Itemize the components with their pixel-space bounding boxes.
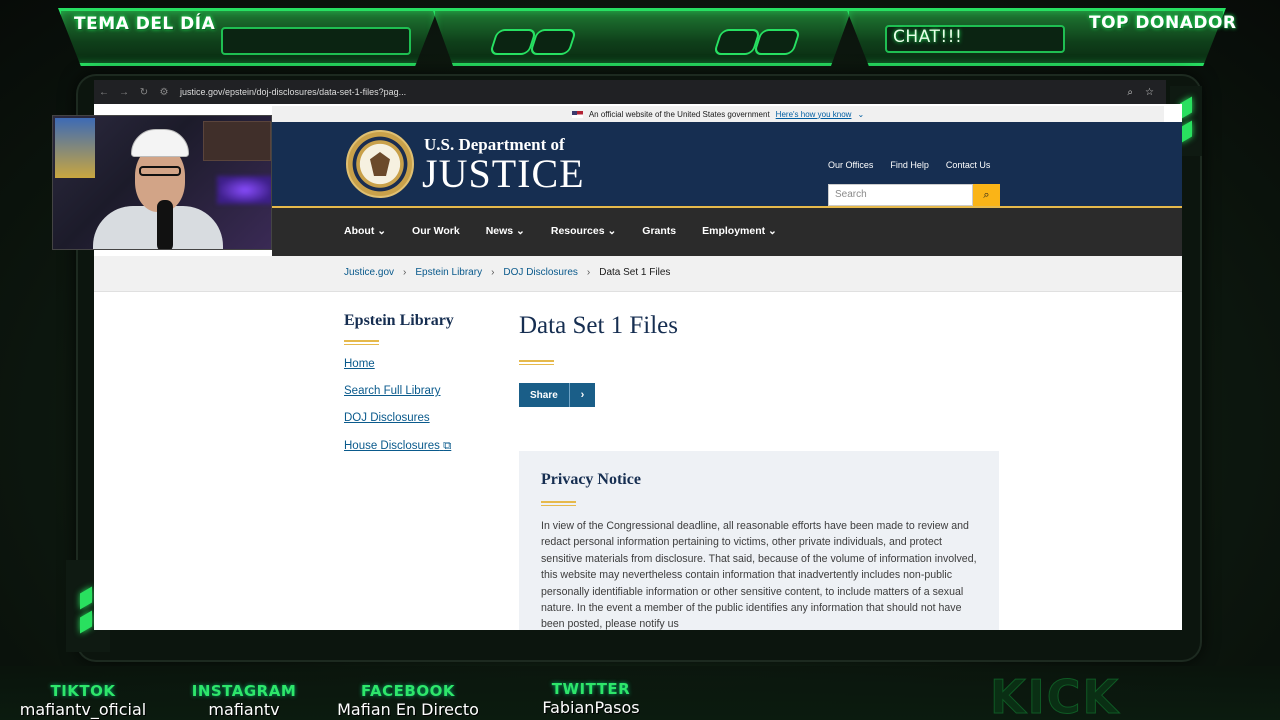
address-bar: ← → ↻ ⚙ justice.gov/epstein/doj-disclosu… <box>94 80 1166 104</box>
social-network-name: INSTAGRAM <box>191 682 297 700</box>
breadcrumb-separator-icon: › <box>403 267 407 278</box>
us-flag-icon <box>571 110 583 118</box>
doj-header: U.S. Department of JUSTICE Our Offices F… <box>272 122 1182 208</box>
cam-poster <box>55 118 95 178</box>
nav-resources[interactable]: Resources ⌄ <box>551 225 616 237</box>
main-nav: About ⌄ Our Work News ⌄ Resources ⌄ Gran… <box>272 206 1182 256</box>
social-handle: FabianPasos <box>542 698 640 717</box>
chevron-down-icon[interactable]: ⌄ <box>857 110 864 119</box>
external-link-icon: ⧉ <box>443 440 452 452</box>
privacy-body: In view of the Congressional deadline, a… <box>541 520 977 630</box>
find-help-link[interactable]: Find Help <box>890 160 929 170</box>
social-facebook: FACEBOOK Mafian En Directo <box>326 682 490 719</box>
center-panel <box>432 8 852 66</box>
social-network-name: TIKTOK <box>50 682 116 700</box>
back-icon[interactable]: ← <box>94 87 114 98</box>
social-handle: Mafian En Directo <box>337 700 479 719</box>
nav-news[interactable]: News ⌄ <box>486 225 525 237</box>
social-tiktok: TIKTOK mafiantv_oficial <box>18 682 148 719</box>
top-donor-label: TOP DONADOR <box>1089 13 1237 33</box>
breadcrumb-separator-icon: › <box>491 267 495 278</box>
site-info-icon[interactable]: ⚙ <box>154 87 174 98</box>
social-twitter: TWITTER FabianPasos <box>528 680 654 717</box>
our-offices-link[interactable]: Our Offices <box>828 160 873 170</box>
social-handle: mafiantv_oficial <box>19 700 147 719</box>
reload-icon[interactable]: ↻ <box>134 87 154 98</box>
topic-slot <box>221 27 411 55</box>
privacy-notice: Privacy Notice In view of the Congressio… <box>519 451 999 630</box>
cam-purple-light <box>217 176 271 204</box>
doj-seal-logo[interactable] <box>346 130 414 198</box>
contact-us-link[interactable]: Contact Us <box>946 160 991 170</box>
nav-about[interactable]: About ⌄ <box>344 225 386 237</box>
nav-our-work[interactable]: Our Work <box>412 225 460 237</box>
share-button[interactable]: Share › <box>519 383 595 407</box>
breadcrumb-justice-gov[interactable]: Justice.gov <box>344 267 394 278</box>
stream-overlay-top: TEMA DEL DÍA CHAT!!! TOP DONADOR <box>0 0 1280 75</box>
deco-pill <box>752 29 802 55</box>
social-handle: mafiantv <box>208 700 280 719</box>
microphone-icon <box>157 200 173 249</box>
url-field[interactable]: justice.gov/epstein/doj-disclosures/data… <box>180 87 406 97</box>
webcam-feed <box>52 115 272 250</box>
social-instagram: INSTAGRAM mafiantv <box>188 682 300 719</box>
sidebar-link-home[interactable]: Home <box>344 358 375 370</box>
breadcrumb-epstein-library[interactable]: Epstein Library <box>415 267 482 278</box>
deco-pill <box>528 29 578 55</box>
sidebar-link-house-disclosures[interactable]: House Disclosures ⧉ <box>344 440 451 453</box>
breadcrumb-separator-icon: › <box>586 267 591 278</box>
sidebar-title: Epstein Library <box>344 312 454 329</box>
sidebar-link-search-full-library[interactable]: Search Full Library <box>344 385 441 397</box>
streamer-cap <box>131 129 189 157</box>
gov-banner: An official website of the United States… <box>272 106 1164 122</box>
nav-employment[interactable]: Employment ⌄ <box>702 225 777 237</box>
sidebar-title-rule <box>344 340 379 345</box>
forward-icon[interactable]: → <box>114 87 134 98</box>
zoom-icon[interactable]: ⌕ <box>1127 87 1133 98</box>
heres-how-you-know-link[interactable]: Here's how you know <box>776 110 852 119</box>
chevron-right-icon: › <box>569 383 595 407</box>
page-title-rule <box>519 360 554 365</box>
page-title: Data Set 1 Files <box>519 312 679 339</box>
sidebar-link-doj-disclosures[interactable]: DOJ Disclosures <box>344 412 430 424</box>
breadcrumb-current: Data Set 1 Files <box>599 267 671 278</box>
privacy-heading-rule <box>541 501 576 506</box>
gov-banner-text: An official website of the United States… <box>588 109 770 119</box>
search-icon: ⌕ <box>983 188 990 201</box>
search-button[interactable]: ⌕ <box>973 184 1000 206</box>
utility-links: Our Offices Find Help Contact Us <box>828 160 990 170</box>
search-input[interactable]: Search <box>828 184 973 206</box>
nav-grants[interactable]: Grants <box>642 225 676 237</box>
streamer-glasses <box>139 166 181 176</box>
share-label: Share <box>530 389 558 401</box>
kick-logo: KICK <box>989 670 1121 720</box>
breadcrumb-doj-disclosures[interactable]: DOJ Disclosures <box>503 267 577 278</box>
doj-wordmark[interactable]: JUSTICE <box>422 150 585 197</box>
bookmark-star-icon[interactable]: ☆ <box>1145 87 1154 98</box>
social-network-name: TWITTER <box>551 680 631 698</box>
social-network-name: FACEBOOK <box>361 682 455 700</box>
topic-label: TEMA DEL DÍA <box>74 14 216 34</box>
cam-shelf <box>203 121 271 161</box>
breadcrumb: Justice.gov › Epstein Library › DOJ Disc… <box>94 256 1182 292</box>
chat-label: CHAT!!! <box>893 27 963 47</box>
privacy-heading: Privacy Notice <box>541 471 641 488</box>
